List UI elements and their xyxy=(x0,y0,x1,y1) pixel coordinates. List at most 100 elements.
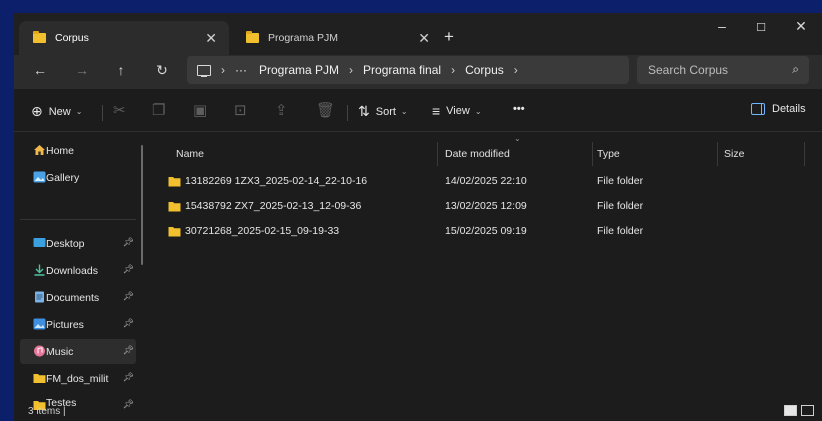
breadcrumb-corpus[interactable]: Corpus xyxy=(465,63,504,77)
file-list: ⌄ Name Date modified Type Size 13182269 … xyxy=(152,132,822,402)
tab-label: Programa PJM xyxy=(268,32,339,44)
more-icon: ••• xyxy=(513,103,525,115)
tab-corpus[interactable]: Corpus ✕ xyxy=(19,21,229,55)
rename-icon[interactable]: ⊡ xyxy=(234,101,247,119)
refresh-icon[interactable]: ↻ xyxy=(152,62,172,79)
more-options-button[interactable]: ••• xyxy=(513,103,525,115)
new-button[interactable]: ⊕ New ⌄ xyxy=(31,103,82,120)
view-button[interactable]: ≡ View ⌄ xyxy=(432,103,482,119)
table-row[interactable]: 30721268_2025-02-15_09-19-33 15/02/2025 … xyxy=(152,219,822,243)
forward-arrow-icon[interactable]: → xyxy=(72,62,92,78)
tab-bar: Corpus ✕ Programa PJM ✕ + – ☐ ✕ xyxy=(14,13,822,55)
home-icon xyxy=(34,145,45,155)
sidebar-item-fm-dos-milit[interactable]: FM_dos_milit 📌︎ xyxy=(20,366,136,391)
sidebar-item-music[interactable]: Music 📌︎ xyxy=(20,339,136,364)
file-type: File folder xyxy=(597,225,644,237)
new-label: New xyxy=(48,105,71,118)
up-arrow-icon[interactable]: ↑ xyxy=(111,62,131,78)
column-divider[interactable] xyxy=(804,142,805,166)
pin-icon[interactable]: 📌︎ xyxy=(123,291,134,302)
column-divider[interactable] xyxy=(592,142,593,166)
table-row[interactable]: 13182269 1ZX3_2025-02-14_22-10-16 14/02/… xyxy=(152,169,822,193)
tab-programa-pjm[interactable]: Programa PJM ✕ xyxy=(232,21,442,55)
details-button[interactable]: Details xyxy=(751,103,806,115)
column-header-date-modified[interactable]: Date modified xyxy=(445,148,510,160)
folder-icon xyxy=(246,31,259,43)
file-name: 15438792 ZX7_2025-02-13_12-09-36 xyxy=(185,200,362,212)
sidebar-item-label: Documents xyxy=(46,291,100,304)
details-view-icon[interactable] xyxy=(784,405,797,416)
copy-icon[interactable]: ❐ xyxy=(152,101,165,119)
pin-icon[interactable]: 📌︎ xyxy=(123,237,134,248)
chevron-right-icon[interactable]: › xyxy=(514,63,518,77)
gallery-icon xyxy=(33,171,46,183)
close-window-icon[interactable]: ✕ xyxy=(791,18,811,35)
back-arrow-icon[interactable]: ← xyxy=(30,62,50,78)
search-box[interactable]: Search Corpus ⌕ xyxy=(637,56,809,84)
pin-icon[interactable]: 📌︎ xyxy=(123,264,134,275)
column-divider[interactable] xyxy=(717,142,718,166)
chevron-right-icon[interactable]: › xyxy=(451,63,455,77)
sidebar-item-documents[interactable]: Documents 📌︎ xyxy=(20,285,136,310)
sort-caret-icon: ⌄ xyxy=(514,134,521,143)
breadcrumb-programa-final[interactable]: Programa final xyxy=(363,63,441,77)
chevron-right-icon[interactable]: › xyxy=(349,63,353,77)
pin-icon[interactable]: 📌︎ xyxy=(123,372,134,383)
sidebar-item-label: Desktop xyxy=(46,237,85,250)
sidebar-item-pictures[interactable]: Pictures 📌︎ xyxy=(20,312,136,337)
sidebar-divider xyxy=(20,219,136,220)
sidebar-item-gallery[interactable]: Gallery xyxy=(20,165,136,190)
column-header-name[interactable]: Name xyxy=(176,148,204,160)
share-icon[interactable]: ⇪ xyxy=(275,101,288,119)
navigation-pane: Home Gallery Desktop 📌︎ Downloads 📌︎ Doc… xyxy=(14,132,147,410)
search-icon[interactable]: ⌕ xyxy=(792,62,799,77)
tab-label: Corpus xyxy=(55,32,89,44)
close-tab-icon[interactable]: ✕ xyxy=(205,30,217,47)
folder-icon xyxy=(33,31,46,43)
item-count: 3 items | xyxy=(28,406,66,417)
sort-icon: ⇅ xyxy=(358,103,370,119)
column-header-type[interactable]: Type xyxy=(597,148,620,160)
music-icon xyxy=(34,345,45,357)
breadcrumb-overflow[interactable]: ··· xyxy=(235,63,247,77)
chevron-down-icon: ⌄ xyxy=(75,107,83,116)
cut-icon[interactable]: ✂ xyxy=(113,101,126,119)
sidebar-item-home[interactable]: Home xyxy=(20,138,136,163)
chevron-right-icon[interactable]: › xyxy=(221,63,225,77)
sidebar-item-label: Home xyxy=(46,144,75,157)
file-date: 15/02/2025 09:19 xyxy=(445,225,527,237)
details-label: Details xyxy=(772,103,806,115)
sidebar-item-downloads[interactable]: Downloads 📌︎ xyxy=(20,258,136,283)
address-bar[interactable]: › ··· Programa PJM › Programa final › Co… xyxy=(187,56,629,84)
pin-icon[interactable]: 📌︎ xyxy=(123,345,134,356)
search-placeholder: Search Corpus xyxy=(648,63,729,77)
document-icon xyxy=(35,291,44,303)
pictures-icon xyxy=(33,318,46,330)
maximize-icon[interactable]: ☐ xyxy=(751,21,771,34)
file-type: File folder xyxy=(597,200,644,212)
file-type: File folder xyxy=(597,175,644,187)
column-header-size[interactable]: Size xyxy=(724,148,744,160)
download-icon xyxy=(34,264,45,276)
paste-icon[interactable]: ▣ xyxy=(193,101,207,119)
file-name: 30721268_2025-02-15_09-19-33 xyxy=(185,225,340,237)
divider xyxy=(102,105,103,121)
pin-icon[interactable]: 📌︎ xyxy=(123,318,134,329)
new-tab-icon[interactable]: + xyxy=(444,27,454,47)
status-bar: 3 items | xyxy=(14,402,822,421)
chevron-down-icon: ⌄ xyxy=(400,107,408,116)
column-divider[interactable] xyxy=(437,142,438,166)
sort-button[interactable]: ⇅ Sort ⌄ xyxy=(358,103,408,120)
sidebar-scrollbar[interactable] xyxy=(141,145,143,265)
file-date: 14/02/2025 22:10 xyxy=(445,175,527,187)
minimize-icon[interactable]: – xyxy=(712,18,732,34)
sidebar-item-label: Music xyxy=(46,345,74,358)
table-row[interactable]: 15438792 ZX7_2025-02-13_12-09-36 13/02/2… xyxy=(152,194,822,218)
tiles-view-icon[interactable] xyxy=(801,405,814,416)
view-icon: ≡ xyxy=(432,103,441,119)
breadcrumb-programa-pjm[interactable]: Programa PJM xyxy=(259,63,339,77)
close-tab-icon[interactable]: ✕ xyxy=(418,30,430,47)
sidebar-item-desktop[interactable]: Desktop 📌︎ xyxy=(20,231,136,256)
this-pc-icon[interactable] xyxy=(197,64,211,77)
delete-icon[interactable]: 🗑 xyxy=(316,101,335,119)
